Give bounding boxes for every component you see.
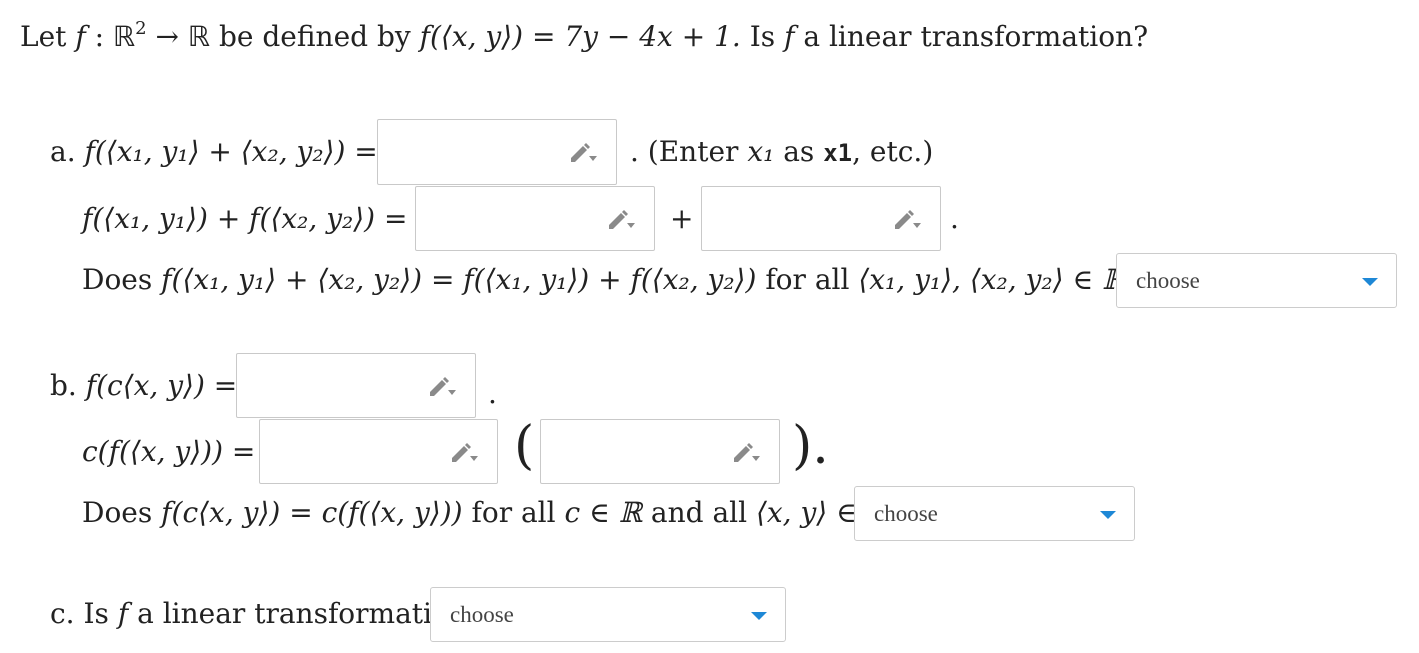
part-b-line1: b. f(c⟨x, y⟩) = [50,372,237,400]
close-paren: ). [792,416,829,476]
period-b: . [488,377,497,410]
part-b-lhs1: f(c⟨x, y⟩) = [85,369,238,402]
pencil-icon [609,209,635,229]
part-c-label: c. [50,597,75,630]
pencil-icon [452,442,478,462]
part-b-line2: c(f(⟨x, y⟩)) = [82,438,255,466]
caret-down-icon [1100,510,1116,519]
select-c[interactable]: choose [430,587,786,642]
pencil-icon [571,143,597,162]
part-b-label: b. [50,369,77,402]
answer-box-a2[interactable] [415,186,655,251]
answer-box-b1[interactable] [236,353,476,418]
part-a-lhs2: f(⟨x₁, y₁⟩) + f(⟨x₂, y₂⟩) = [82,202,408,235]
part-c-line: c. Is f a linear transformation? [50,597,482,630]
select-b-value: choose [874,500,938,526]
caret-down-icon [1362,277,1378,286]
part-a-label: a. [50,135,76,168]
pencil-icon [895,209,921,229]
select-b[interactable]: choose [854,486,1135,541]
pencil-icon [734,442,760,462]
caret-down-icon [751,611,767,620]
select-c-value: choose [450,601,514,627]
part-a-lhs1: f(⟨x₁, y₁⟩ + ⟨x₂, y₂⟩) = [84,135,378,168]
answer-box-a1[interactable] [377,119,617,185]
pencil-icon [430,376,456,396]
part-a-hint: . (Enter x₁ as x1, etc.) [630,135,934,168]
open-paren: ( [514,416,535,476]
select-a[interactable]: choose [1116,253,1397,308]
part-a-line1: a. f(⟨x₁, y₁⟩ + ⟨x₂, y₂⟩) = [50,138,378,166]
part-b-question: Does f(c⟨x, y⟩) = c(f(⟨x, y⟩)) for all c… [82,496,916,529]
answer-box-b2[interactable] [259,419,498,484]
answer-box-a3[interactable] [701,186,941,251]
select-a-value: choose [1136,267,1200,293]
part-a-line2: f(⟨x₁, y₁⟩) + f(⟨x₂, y₂⟩) = [82,205,407,233]
period-a: . [950,202,959,235]
answer-box-b3[interactable] [540,419,780,484]
part-a-question: Does f(⟨x₁, y₁⟩ + ⟨x₂, y₂⟩) = f(⟨x₁, y₁⟩… [82,263,1152,296]
plus-sign: + [670,202,694,235]
question-text: Let f : ℝ2 → ℝ be defined by f(⟨x, y⟩) =… [20,18,1149,53]
part-b-lhs2: c(f(⟨x, y⟩)) = [82,435,256,468]
